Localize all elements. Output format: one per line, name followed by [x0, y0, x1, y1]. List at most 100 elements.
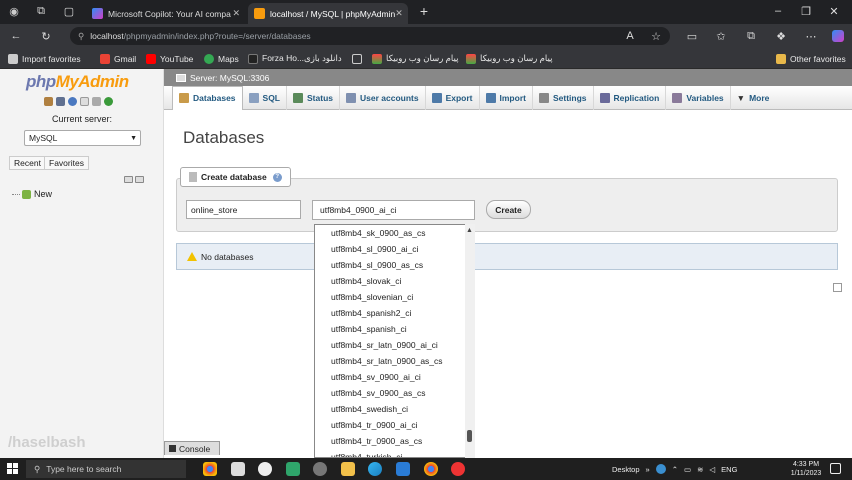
bookmark-page[interactable] — [352, 51, 366, 66]
list-item[interactable]: utf8mb4_spanish_ci — [331, 321, 407, 337]
tab-favorites[interactable]: Favorites — [44, 156, 89, 170]
close-icon[interactable]: ✕ — [232, 8, 240, 19]
list-item[interactable]: utf8mb4_sl_0900_as_cs — [331, 257, 423, 273]
desktop-label[interactable]: Desktop — [612, 465, 640, 474]
scrollbar-thumb[interactable] — [467, 430, 472, 442]
back-icon[interactable]: ← — [8, 28, 24, 44]
chevron-up-icon[interactable]: ⌃ — [672, 465, 678, 474]
mail-icon[interactable] — [231, 462, 245, 476]
list-item[interactable]: utf8mb4_swedish_ci — [331, 401, 408, 417]
menu-sql[interactable]: SQL — [243, 85, 288, 110]
chrome-icon[interactable] — [424, 462, 438, 476]
favorite-star-icon[interactable]: ☆ — [648, 28, 664, 44]
server-breadcrumb[interactable]: Server: MySQL:3306 — [164, 69, 852, 86]
vscode-icon[interactable] — [396, 462, 410, 476]
link-icon[interactable] — [135, 176, 144, 183]
favorites-icon[interactable]: ✩ — [713, 28, 729, 44]
docs-icon[interactable] — [80, 97, 89, 106]
chrome-icon[interactable] — [203, 462, 217, 476]
home-icon[interactable] — [44, 97, 53, 106]
logout-icon[interactable] — [56, 97, 65, 106]
wifi-icon[interactable]: ≋ — [697, 465, 703, 474]
bookmark-rubika-1[interactable]: پیام رسان وب روبیکا — [372, 51, 458, 66]
menu-dots-icon[interactable]: ⋯ — [803, 28, 819, 44]
collections-icon[interactable]: ⧉ — [743, 28, 759, 44]
list-item[interactable]: utf8mb4_slovenian_ci — [331, 289, 413, 305]
settings-icon[interactable] — [92, 97, 101, 106]
phpmyadmin-logo[interactable]: phpMyAdmin — [26, 72, 129, 92]
reload-icon[interactable] — [104, 97, 113, 106]
menu-settings[interactable]: Settings — [533, 85, 594, 110]
menu-variables[interactable]: Variables — [666, 85, 731, 110]
dropdown-scrollbar[interactable] — [465, 224, 475, 458]
collapse-all-icon[interactable] — [124, 176, 133, 183]
create-button[interactable]: Create — [486, 200, 531, 219]
close-icon[interactable]: ✕ — [395, 8, 403, 19]
console-toggle[interactable]: Console — [164, 441, 220, 455]
profile-icon[interactable]: ◉ — [6, 3, 22, 19]
new-tab-button[interactable]: + — [416, 3, 432, 19]
list-item[interactable]: utf8mb4_sk_0900_as_cs — [331, 225, 426, 241]
tray-expand-icon[interactable]: » — [646, 465, 650, 474]
menu-status[interactable]: Status — [287, 85, 340, 110]
bookmark-maps[interactable]: Maps — [204, 51, 239, 66]
refresh-icon[interactable]: ↻ — [38, 28, 54, 44]
tab-actions-icon[interactable]: ▢ — [61, 3, 77, 19]
list-item[interactable]: utf8mb4_tr_0900_as_cs — [331, 433, 422, 449]
window-close-icon[interactable]: ✕ — [826, 3, 842, 19]
app-icon[interactable] — [451, 462, 465, 476]
collation-dropdown-list[interactable]: utf8mb4_sk_0900_as_cs utf8mb4_sl_0900_ai… — [314, 224, 475, 458]
list-item[interactable]: utf8mb4_sv_0900_as_cs — [331, 385, 426, 401]
volume-icon[interactable]: ◁ — [709, 465, 715, 474]
list-item[interactable]: utf8mb4_tr_0900_ai_ci — [331, 417, 417, 433]
notifications-icon[interactable] — [830, 463, 841, 474]
list-item[interactable]: utf8mb4_sr_latn_0900_as_cs — [331, 353, 443, 369]
list-item[interactable]: utf8mb4_sl_0900_ai_ci — [331, 241, 418, 257]
minimize-icon[interactable]: – — [770, 3, 786, 19]
database-name-input[interactable]: online_store — [186, 200, 301, 219]
list-item[interactable]: utf8mb4_sr_latn_0900_ai_ci — [331, 337, 438, 353]
list-item[interactable]: utf8mb4_sv_0900_ai_ci — [331, 369, 421, 385]
bookmark-forza[interactable]: Forza Ho...دانلود بازی — [248, 51, 342, 66]
help-icon[interactable]: ? — [272, 172, 282, 182]
scroll-up-icon[interactable]: ▲ — [466, 227, 473, 234]
network-app-icon[interactable] — [655, 464, 666, 474]
menu-databases[interactable]: Databases — [172, 85, 243, 110]
page-settings-icon[interactable] — [833, 283, 842, 292]
menu-import[interactable]: Import — [480, 85, 533, 110]
collation-select[interactable]: utf8mb4_0900_ai_ci — [312, 200, 475, 220]
maximize-icon[interactable]: ❐ — [798, 3, 814, 19]
edge-icon[interactable] — [368, 462, 382, 476]
list-item[interactable]: utf8mb4_spanish2_ci — [331, 305, 411, 321]
menu-more[interactable]: ▼ More — [731, 86, 776, 110]
bookmark-other-favorites[interactable]: Other favorites — [776, 51, 846, 66]
split-screen-icon[interactable]: ▭ — [684, 28, 700, 44]
app-icon[interactable] — [286, 462, 300, 476]
language-indicator[interactable]: ENG — [721, 465, 737, 474]
taskbar-search[interactable]: ⚲ Type here to search — [26, 460, 186, 478]
list-item[interactable]: utf8mb4_slovak_ci — [331, 273, 401, 289]
copilot-sidebar-icon[interactable] — [830, 28, 846, 44]
address-input[interactable]: ⚲ localhost/phpmyadmin/index.php?route=/… — [70, 27, 670, 45]
tab-copilot[interactable]: Microsoft Copilot: Your AI compa ✕ — [86, 3, 246, 24]
tree-new-database[interactable]: New — [12, 189, 52, 199]
menu-user-accounts[interactable]: User accounts — [340, 85, 426, 110]
bookmark-rubika-2[interactable]: پیام رسان وب روبیکا — [466, 51, 552, 66]
extensions-icon[interactable]: ❖ — [773, 28, 789, 44]
camera-icon[interactable] — [258, 462, 272, 476]
tab-recent[interactable]: Recent — [9, 156, 46, 170]
menu-replication[interactable]: Replication — [594, 85, 667, 110]
clock[interactable]: 4:33 PM 1/11/2023 — [786, 460, 826, 478]
file-explorer-icon[interactable] — [341, 462, 355, 476]
menu-export[interactable]: Export — [426, 85, 480, 110]
display-icon[interactable]: ▭ — [684, 465, 691, 474]
read-aloud-icon[interactable]: A — [622, 28, 638, 44]
workspaces-icon[interactable]: ⧉ — [33, 3, 49, 19]
tab-phpmyadmin[interactable]: localhost / MySQL | phpMyAdmin ✕ — [248, 3, 408, 24]
bookmark-youtube[interactable]: YouTube — [146, 51, 193, 66]
windows-start-icon[interactable] — [7, 463, 18, 474]
list-item[interactable]: utf8mb4_turkish_ci — [331, 449, 402, 457]
help-icon[interactable] — [68, 97, 77, 106]
server-select[interactable]: MySQL ▼ — [24, 130, 141, 146]
app-icon[interactable] — [313, 462, 327, 476]
